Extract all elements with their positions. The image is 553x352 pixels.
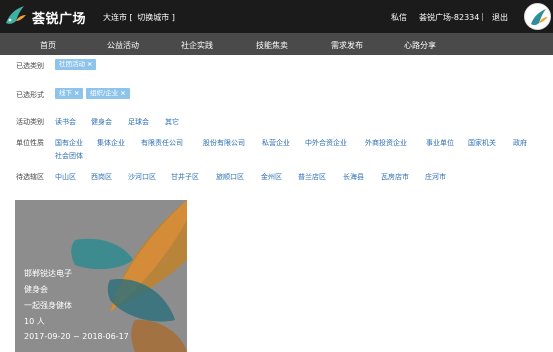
option-xigang[interactable]: 西岗区	[91, 172, 112, 182]
avatar[interactable]	[524, 3, 551, 30]
option-limited-liability[interactable]: 有限责任公司	[141, 138, 183, 148]
card-count: 10 人	[24, 317, 45, 326]
switch-city-link[interactable]: 切换城市	[137, 13, 169, 22]
hummingbird-avatar-icon	[525, 4, 550, 29]
messages-link[interactable]: 私信	[391, 12, 407, 23]
current-city: 大连市 [ 切换城市 ]	[103, 13, 175, 22]
close-icon[interactable]: ×	[87, 60, 92, 68]
activity-card[interactable]: 邯郸锐达电子 健身会 一起强身健体 10 人 2017-09-20 ~ 2018…	[15, 200, 187, 352]
nav-charity[interactable]: 公益活动	[107, 40, 139, 51]
chip-org-enterprise[interactable]: 组织/企业 ×	[86, 88, 130, 99]
close-icon[interactable]: ×	[74, 89, 79, 97]
option-zhuanghe[interactable]: 庄河市	[425, 172, 446, 182]
nav-demand[interactable]: 需求发布	[331, 40, 363, 51]
activity-type-label: 活动类别	[16, 118, 44, 126]
nav-home[interactable]: 首页	[40, 40, 56, 51]
option-changhai[interactable]: 长海县	[343, 172, 364, 182]
nav-practice[interactable]: 社企实践	[181, 40, 213, 51]
username-link[interactable]: 荟锐广场-82334	[419, 12, 479, 23]
city-name: 大连市	[103, 13, 127, 22]
option-pulandian[interactable]: 普兰店区	[298, 172, 326, 182]
option-joint-stock[interactable]: 股份有限公司	[203, 138, 245, 148]
card-tagline: 一起强身健体	[24, 301, 72, 310]
district-label: 待选辖区	[16, 173, 44, 181]
option-ganjingzi[interactable]: 甘井子区	[171, 172, 199, 182]
hummingbird-logo-icon	[6, 6, 26, 24]
option-state-owned[interactable]: 国有企业	[55, 138, 83, 148]
nav-skills[interactable]: 技能焦卖	[256, 40, 288, 51]
option-state-organ[interactable]: 国家机关	[468, 138, 496, 148]
option-zhongshan[interactable]: 中山区	[55, 172, 76, 182]
main-nav: 首页 公益活动 社企实践 技能焦卖 需求发布 心路分享	[0, 33, 553, 55]
site-logo-text[interactable]: 荟锐广场	[32, 8, 86, 27]
top-header: 荟锐广场 大连市 [ 切换城市 ] 私信 荟锐广场-82334 | 退出	[0, 0, 553, 33]
option-public-institution[interactable]: 事业单位	[426, 138, 454, 148]
option-foreign-invested[interactable]: 外商投资企业	[365, 138, 407, 148]
chip-club-activity[interactable]: 社团活动 ×	[55, 59, 97, 70]
option-sino-foreign[interactable]: 中外合资企业	[305, 138, 347, 148]
card-dates: 2017-09-20 ~ 2018-06-17	[24, 332, 129, 341]
option-lvshunkou[interactable]: 旅顺口区	[216, 172, 244, 182]
option-social-group[interactable]: 社会团体	[55, 151, 83, 161]
chip-offline[interactable]: 线下 ×	[55, 88, 84, 99]
option-shahekou[interactable]: 沙河口区	[128, 172, 156, 182]
option-book-club[interactable]: 读书会	[55, 117, 76, 127]
unit-nature-label: 单位性质	[16, 139, 44, 147]
option-collective[interactable]: 集体企业	[97, 138, 125, 148]
option-government[interactable]: 政府	[513, 138, 527, 148]
option-wafangdian[interactable]: 瓦房店市	[381, 172, 409, 182]
selected-form-label: 已选形式	[16, 91, 44, 99]
option-jinzhou[interactable]: 金州区	[261, 172, 282, 182]
option-football-club[interactable]: 足球会	[128, 117, 149, 127]
card-org: 邯郸锐达电子	[24, 269, 72, 278]
logout-link[interactable]: 退出	[492, 12, 508, 23]
selected-category-label: 已选类别	[16, 62, 44, 70]
option-fitness-club[interactable]: 健身会	[91, 117, 112, 127]
nav-share[interactable]: 心路分享	[404, 40, 436, 51]
card-activity: 健身会	[24, 285, 48, 294]
option-other[interactable]: 其它	[165, 117, 179, 127]
close-icon[interactable]: ×	[120, 89, 125, 97]
divider: |	[481, 12, 484, 21]
option-private[interactable]: 私营企业	[262, 138, 290, 148]
